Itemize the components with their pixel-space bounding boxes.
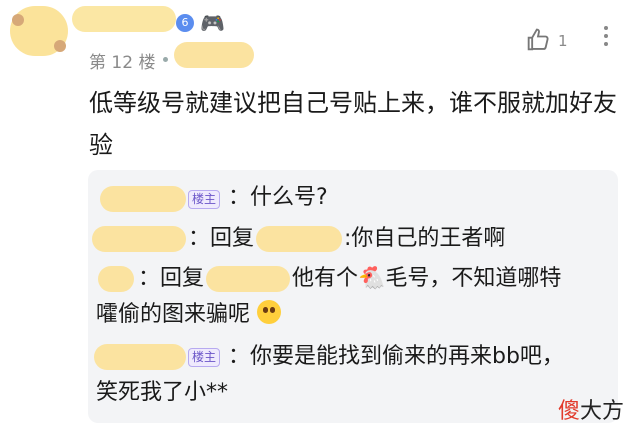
reply-target-redacted[interactable] <box>206 266 290 292</box>
emoji-icon <box>257 300 282 324</box>
timestamp-redacted <box>174 42 254 68</box>
reply-prefix: ：回复 <box>188 226 255 251</box>
reply-text-part: 他有个 <box>292 266 359 291</box>
more-options-icon[interactable] <box>603 26 609 50</box>
chicken-icon: 🐔 <box>358 266 386 291</box>
reply-text: 笑死我了小** <box>96 380 229 405</box>
owner-badge: 楼主 <box>188 348 221 367</box>
reply-list[interactable]: 楼主 ：什么号? ：回复 :你自己的王者啊 ：回复 他有个🐔毛号，不知道哪特 嚯… <box>88 170 618 423</box>
thumbs-up-icon[interactable] <box>524 26 552 58</box>
reply-target-redacted[interactable] <box>256 226 342 252</box>
reply-username-redacted[interactable] <box>92 226 186 252</box>
owner-badge: 楼主 <box>188 190 221 209</box>
reply-text: ：你要是能找到偷来的再来bb吧， <box>228 344 564 369</box>
username-redacted[interactable] <box>72 6 176 32</box>
avatar[interactable] <box>10 6 68 56</box>
post-content: 低等级号就建议把自己号贴上来，谁不服就加好友验 <box>89 89 617 159</box>
reply-text: ：什么号? <box>228 185 328 210</box>
reply-text: 嚯偷的图来骗呢 <box>96 298 282 332</box>
level-badge: 6 <box>176 14 194 32</box>
reply-text: :你自己的王者啊 <box>344 226 506 251</box>
reply-username-redacted[interactable] <box>100 186 186 212</box>
reply-username-redacted[interactable] <box>98 266 134 292</box>
reply-text-part: 毛号，不知道哪特 <box>385 266 562 291</box>
watermark: 傻大方 <box>558 393 624 425</box>
reply-prefix: ：回复 <box>138 266 205 291</box>
watermark-first: 傻 <box>557 399 580 424</box>
floor-label: 第 12 楼 <box>89 53 156 73</box>
gamepad-icon: 🎮 <box>200 11 225 35</box>
separator-dot <box>163 57 168 62</box>
reply-text-part: 嚯偷的图来骗呢 <box>96 302 251 327</box>
like-count: 1 <box>558 32 568 50</box>
watermark-rest: 大方 <box>579 399 624 424</box>
reply-username-redacted[interactable] <box>94 344 186 370</box>
reply-text: 他有个🐔毛号，不知道哪特 <box>292 262 561 296</box>
